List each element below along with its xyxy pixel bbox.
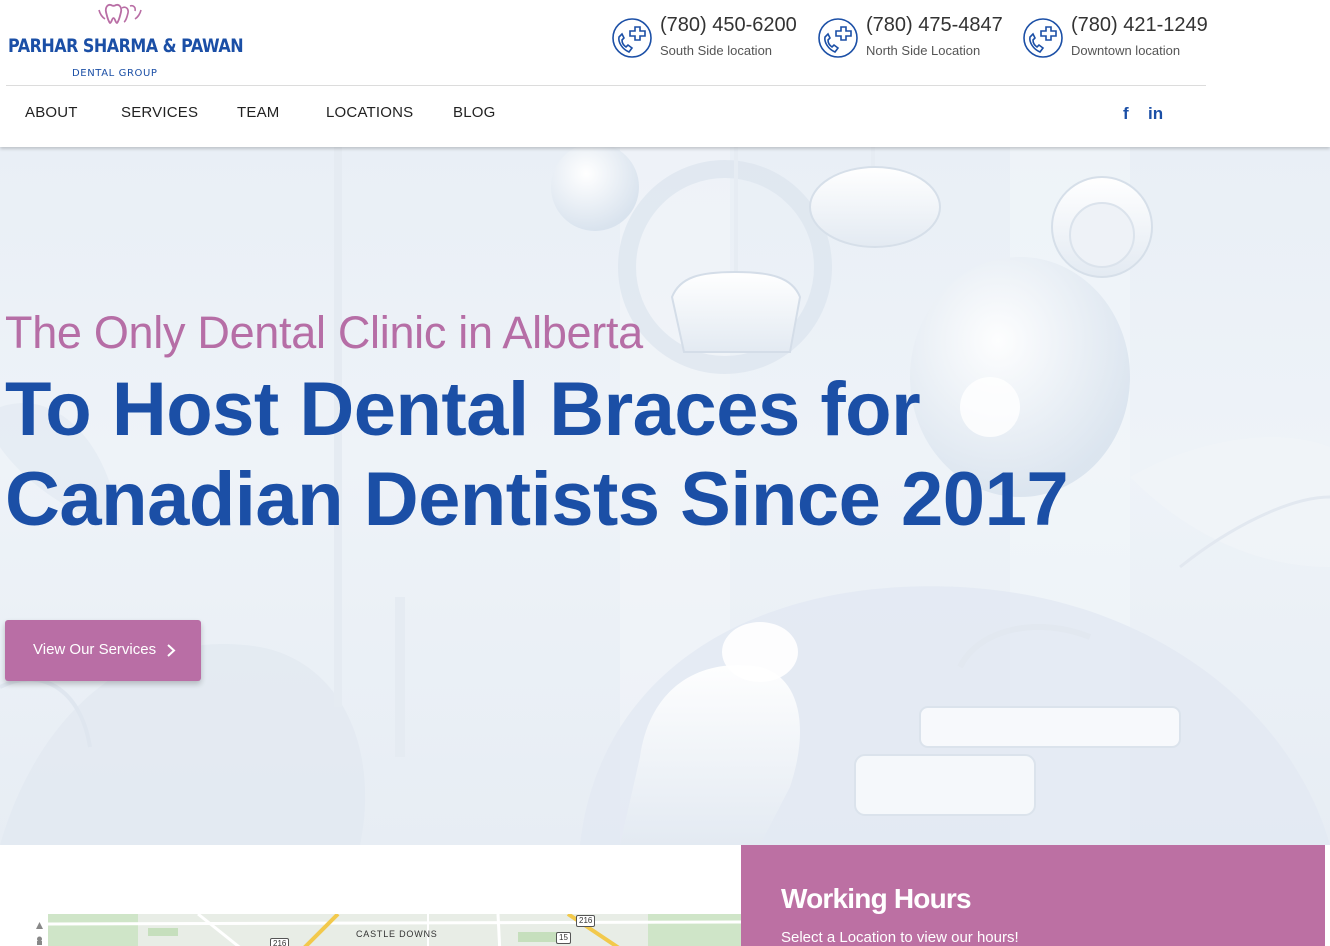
working-hours-subtitle: Select a Location to view our hours!: [781, 929, 1019, 946]
map-zoom-in-icon[interactable]: [35, 921, 44, 930]
working-hours-panel: Working Hours Select a Location to view …: [741, 845, 1325, 946]
linkedin-icon[interactable]: in: [1148, 104, 1163, 124]
hero-title: To Host Dental Braces for Canadian Denti…: [5, 365, 1105, 545]
map-pegman-icon[interactable]: [35, 936, 44, 945]
view-services-button[interactable]: View Our Services: [5, 620, 201, 681]
nav-item-team[interactable]: TEAM: [237, 104, 279, 121]
site-header: PARHAR SHARMA & PAWAN DENTAL GROUP (780)…: [0, 0, 1330, 147]
chevron-right-icon: [167, 644, 176, 657]
phone-location: Downtown location: [1071, 43, 1181, 58]
logo-tagline: DENTAL GROUP: [72, 68, 158, 79]
phone-location: South Side location: [660, 43, 773, 58]
hero-title-line-2: Canadian Dentists Since 2017: [5, 457, 1069, 542]
view-services-label: View Our Services: [33, 641, 157, 658]
phone-number[interactable]: (780) 421-1249: [1071, 14, 1208, 37]
phone-plus-icon: [818, 18, 858, 58]
tooth-logo-icon: [98, 3, 142, 24]
phone-plus-icon: [1023, 18, 1063, 58]
phone-number[interactable]: (780) 450-6200: [660, 14, 797, 37]
nav-item-services[interactable]: SERVICES: [121, 104, 198, 121]
map-highway-shield: 216: [576, 915, 596, 927]
nav-item-blog[interactable]: BLOG: [453, 104, 495, 121]
map-place-label: CASTLE DOWNS: [356, 929, 438, 939]
hero-title-line-1: To Host Dental Braces for: [5, 367, 921, 452]
logo[interactable]: PARHAR SHARMA & PAWAN DENTAL GROUP: [6, 2, 244, 80]
location-map[interactable]: CASTLE DOWNS 216 216 15: [48, 914, 741, 946]
map-highway-shield: 216: [270, 938, 290, 946]
phone-plus-icon: [612, 18, 652, 58]
hero-section: The Only Dental Clinic in Alberta To Hos…: [0, 147, 1330, 845]
header-divider: [6, 85, 1206, 86]
working-hours-title: Working Hours: [781, 883, 972, 914]
phone-location: North Side Location: [866, 43, 981, 58]
hero-eyebrow: The Only Dental Clinic in Alberta: [5, 307, 643, 358]
nav-item-about[interactable]: ABOUT: [25, 104, 78, 121]
nav-item-locations[interactable]: LOCATIONS: [326, 104, 413, 121]
facebook-icon[interactable]: f: [1123, 104, 1129, 124]
phone-number[interactable]: (780) 475-4847: [866, 14, 1003, 37]
locations-section: CASTLE DOWNS 216 216 15 Working Hours Se…: [0, 845, 1330, 946]
logo-name: PARHAR SHARMA & PAWAN: [8, 35, 244, 57]
phone-list: (780) 450-6200 South Side location (780)…: [610, 12, 1210, 64]
map-highway-shield: 15: [556, 932, 571, 944]
